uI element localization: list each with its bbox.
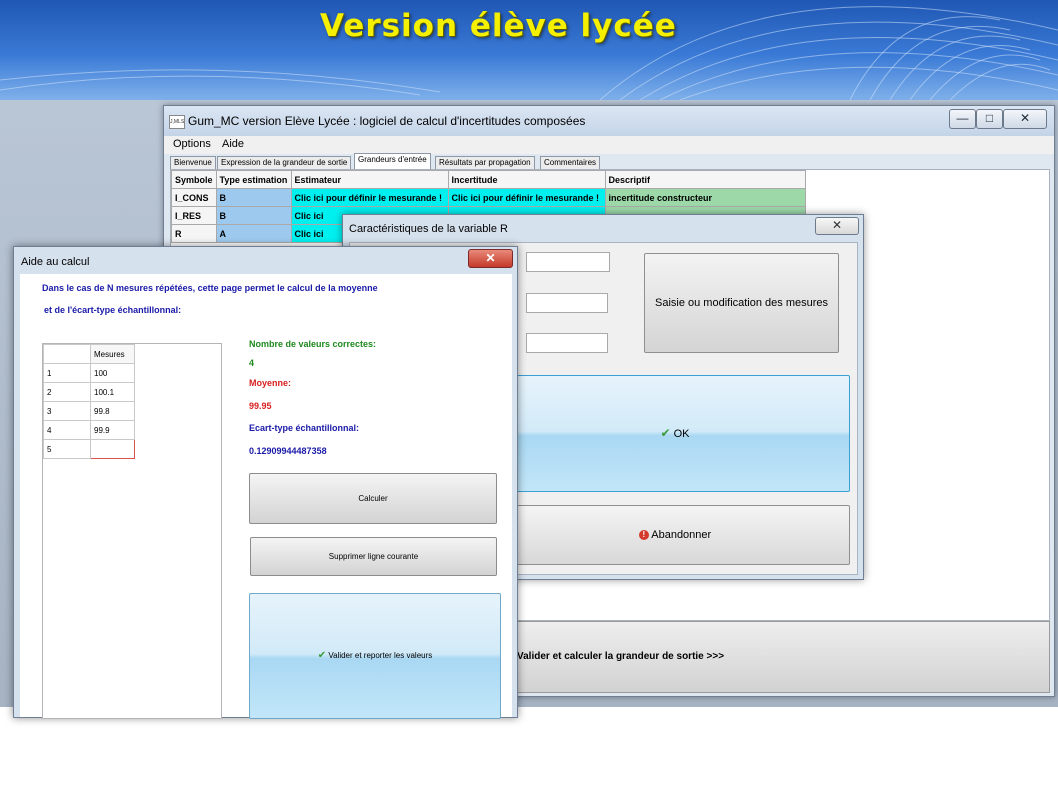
table-row[interactable]: 3 99.8	[43, 401, 135, 421]
std-label: Ecart-type échantillonnal:	[249, 423, 360, 433]
app-icon: J,MLS	[169, 115, 185, 129]
cell-descriptif[interactable]: incertitude constructeur	[604, 188, 806, 207]
row-index: 5	[43, 439, 91, 459]
banner-title: Version élève lycée	[320, 8, 677, 44]
aide-dialog-title: Aide au calcul	[21, 256, 90, 268]
row-index: 4	[43, 420, 91, 440]
valider-reporter-label: Valider et reporter les valeurs	[328, 651, 433, 660]
mesure-cell[interactable]: 99.8	[90, 401, 135, 421]
mesures-button[interactable]: Saisie ou modification des mesures	[644, 253, 839, 353]
cell-symbole[interactable]: I_RES	[171, 206, 217, 225]
intro-line-2: et de l'écart-type échantillonnal:	[44, 305, 182, 315]
ok-button[interactable]: ✔ OK	[500, 375, 850, 492]
tab-commentaires[interactable]: Commentaires	[540, 156, 601, 169]
main-window-title: Gum_MC version Elève Lycée : logiciel de…	[188, 114, 586, 128]
aide-panel: Dans le cas de N mesures répétées, cette…	[20, 274, 512, 719]
abandon-button[interactable]: ! Abandonner	[500, 505, 850, 565]
count-value: 4	[249, 358, 255, 368]
ok-button-label: OK	[673, 428, 690, 440]
table-row[interactable]: I_CONS B Clic ici pour définir le mesura…	[171, 188, 806, 207]
mesures-grid: Mesures 1 100 2 100.1 3 99.8 4 99.9 5	[43, 344, 135, 459]
mesure-cell[interactable]: 99.9	[90, 420, 135, 440]
tab-grandeurs-entree[interactable]: Grandeurs d'entrée	[354, 153, 431, 169]
characteristics-close-button[interactable]: ✕	[815, 217, 859, 235]
mean-label: Moyenne:	[249, 378, 292, 388]
cell-symbole[interactable]: I_CONS	[171, 188, 217, 207]
main-window-titlebar[interactable]: J,MLS Gum_MC version Elève Lycée : logic…	[164, 106, 1054, 136]
cell-type[interactable]: B	[215, 188, 292, 207]
table-row[interactable]: 4 99.9	[43, 420, 135, 440]
tab-expression[interactable]: Expression de la grandeur de sortie	[217, 156, 352, 169]
mesure-cell[interactable]: 100.1	[90, 382, 135, 402]
tab-resultats[interactable]: Résultats par propagation	[435, 156, 535, 169]
intro-line-1: Dans le cas de N mesures répétées, cette…	[42, 283, 378, 293]
tab-bienvenue[interactable]: Bienvenue	[170, 156, 216, 169]
table-header-row: Symbole Type estimation Estimateur Incer…	[171, 170, 806, 189]
header-incertitude[interactable]: Incertitude	[447, 170, 606, 189]
std-value: 0.12909944487358	[249, 446, 327, 456]
cell-estimateur[interactable]: Clic ici pour définir le mesurande !	[290, 188, 449, 207]
validate-output-label: Valider et calculer la grandeur de sorti…	[517, 651, 725, 662]
row-index: 1	[43, 363, 91, 383]
header-symbole[interactable]: Symbole	[171, 170, 217, 189]
menu-options[interactable]: Options	[173, 138, 211, 150]
cell-type[interactable]: B	[215, 206, 292, 225]
cell-symbole[interactable]: R	[171, 224, 217, 243]
count-label: Nombre de valeurs correctes:	[249, 339, 377, 349]
supprimer-ligne-button[interactable]: Supprimer ligne courante	[250, 537, 497, 576]
mean-value: 99.95	[249, 401, 272, 411]
tab-bar: Bienvenue Expression de la grandeur de s…	[170, 153, 1054, 169]
characteristics-dialog-title: Caractéristiques de la variable R	[349, 223, 508, 235]
table-row[interactable]: 2 100.1	[43, 382, 135, 402]
aide-calcul-dialog: Aide au calcul ✕ Dans le cas de N mesure…	[13, 246, 518, 719]
menu-bar: Options Aide	[164, 136, 1054, 154]
mesure-cell[interactable]: 100	[90, 363, 135, 383]
table-row[interactable]: 5	[43, 439, 135, 459]
row-index: 2	[43, 382, 91, 402]
header-descriptif[interactable]: Descriptif	[604, 170, 806, 189]
aide-close-button[interactable]: ✕	[468, 249, 513, 268]
estimateur-field[interactable]	[526, 252, 610, 272]
mesures-table: Mesures 1 100 2 100.1 3 99.8 4 99.9 5	[42, 343, 222, 719]
cell-incertitude[interactable]: Clic ici pour définir le mesurande !	[447, 188, 606, 207]
menu-aide[interactable]: Aide	[222, 138, 244, 150]
mesures-column-header[interactable]: Mesures	[90, 344, 135, 364]
close-button[interactable]: ✕	[1003, 109, 1047, 129]
valider-reporter-button[interactable]: ✔ Valider et reporter les valeurs	[249, 593, 501, 719]
calculer-button[interactable]: Calculer	[249, 473, 497, 524]
header-estimateur[interactable]: Estimateur	[290, 170, 449, 189]
stop-icon: !	[638, 530, 649, 541]
row-index: 3	[43, 401, 91, 421]
banner: Version élève lycée	[0, 0, 1058, 100]
incertitude-field[interactable]	[526, 293, 608, 313]
header-type[interactable]: Type estimation	[215, 170, 292, 189]
abandon-button-label: Abandonner	[651, 529, 712, 541]
mesure-cell-current[interactable]	[90, 439, 135, 459]
row-header-corner	[43, 344, 91, 364]
descriptif-field[interactable]	[526, 333, 608, 353]
check-icon: ✔	[660, 426, 671, 440]
cell-type[interactable]: A	[215, 224, 292, 243]
table-row[interactable]: 1 100	[43, 363, 135, 383]
minimize-button[interactable]: —	[949, 109, 976, 129]
maximize-button[interactable]: □	[976, 109, 1003, 129]
check-icon: ✔	[317, 650, 327, 661]
